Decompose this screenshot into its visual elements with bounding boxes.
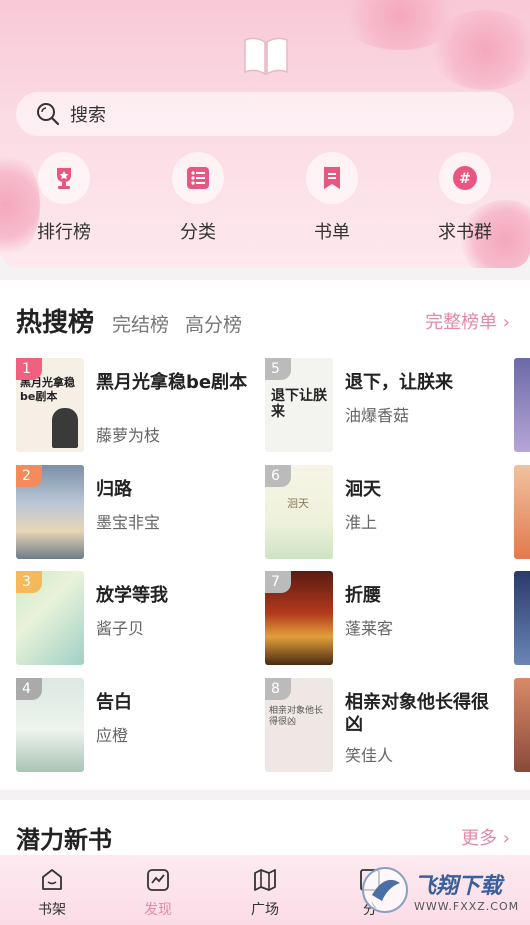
quick-link-request-group[interactable]: # 求书群 bbox=[415, 152, 515, 244]
nav-bookshelf[interactable]: 书架 bbox=[22, 867, 82, 919]
blossom-decor bbox=[430, 10, 530, 90]
trophy-icon bbox=[57, 168, 71, 189]
cover-title-text: 退下让朕来 bbox=[271, 388, 327, 420]
new-books-more-link[interactable]: 更多 › bbox=[461, 824, 510, 850]
book-author: 笑佳人 bbox=[345, 746, 394, 765]
search-bar[interactable]: 搜索 bbox=[16, 92, 514, 136]
discover-icon bbox=[147, 869, 169, 891]
book-title: 折腰 bbox=[345, 585, 381, 606]
book-title: 洄天 bbox=[345, 479, 381, 500]
full-list-link[interactable]: 完整榜单 › bbox=[425, 308, 510, 334]
tab-hot-search[interactable]: 热搜榜 bbox=[16, 302, 94, 339]
book-cover-partial[interactable] bbox=[514, 358, 530, 452]
cover-title-text: 黑月光拿稳be剧本 bbox=[20, 376, 75, 403]
book-cover-partial[interactable] bbox=[514, 465, 530, 559]
book-logo-icon bbox=[244, 37, 288, 76]
rank-badge: 8 bbox=[265, 678, 291, 700]
book-item[interactable]: 4 告白 应橙 bbox=[16, 678, 266, 774]
book-title: 黑月光拿稳be剧本 bbox=[96, 372, 248, 393]
tab-completed[interactable]: 完结榜 bbox=[112, 310, 169, 337]
new-books-section: 潜力新书 更多 › bbox=[0, 800, 530, 860]
book-author: 酱子贝 bbox=[96, 619, 145, 638]
hashtag-icon: # bbox=[453, 166, 477, 190]
header-banner: 搜索 排行榜 分类 书单 # 求书群 bbox=[0, 0, 530, 268]
book-item[interactable]: 洄天 6 洄天 淮上 bbox=[265, 465, 515, 561]
book-title: 归路 bbox=[96, 479, 132, 500]
book-author: 蓬莱客 bbox=[345, 619, 394, 638]
quick-link-ranking[interactable]: 排行榜 bbox=[14, 152, 114, 244]
rank-badge: 2 bbox=[16, 465, 42, 487]
tab-high-score[interactable]: 高分榜 bbox=[185, 310, 242, 337]
watermark: 飞翔下载 WWW.FXXZ.COM bbox=[360, 862, 528, 918]
search-placeholder: 搜索 bbox=[70, 105, 106, 126]
book-author: 藤萝为枝 bbox=[96, 426, 161, 445]
rank-badge: 7 bbox=[265, 571, 291, 593]
quick-link-booklist[interactable]: 书单 bbox=[282, 152, 382, 244]
book-title: 相亲对象他长得很凶 bbox=[345, 692, 489, 735]
list-icon bbox=[187, 167, 209, 189]
watermark-text: 飞翔下载 bbox=[414, 873, 503, 899]
shelf-icon bbox=[42, 869, 62, 890]
search-icon bbox=[37, 103, 60, 126]
book-author: 墨宝非宝 bbox=[96, 513, 161, 532]
rank-badge: 1 bbox=[16, 358, 42, 380]
rank-badge: 3 bbox=[16, 571, 42, 593]
book-item[interactable]: 退下让朕来 5 退下，让朕来 油爆香菇 bbox=[265, 358, 515, 454]
book-item[interactable]: 黑月光拿稳be剧本 1 黑月光拿稳be剧本 藤萝为枝 bbox=[16, 358, 266, 454]
hot-tabs: 热搜榜 完结榜 高分榜 bbox=[16, 302, 258, 339]
rank-badge: 5 bbox=[265, 358, 291, 380]
cover-figure bbox=[52, 408, 78, 448]
book-author: 淮上 bbox=[345, 513, 378, 532]
nav-square[interactable]: 广场 bbox=[235, 867, 295, 919]
quick-links: 排行榜 分类 书单 # 求书群 bbox=[0, 152, 530, 252]
watermark-url: WWW.FXXZ.COM bbox=[414, 899, 520, 913]
book-cover-partial[interactable] bbox=[514, 571, 530, 665]
book-title: 告白 bbox=[96, 692, 132, 713]
cover-title-text: 洄天 bbox=[287, 497, 309, 510]
cover-title-text: 相亲对象他长得很凶 bbox=[269, 706, 324, 727]
hot-search-section: 热搜榜 完结榜 高分榜 完整榜单 › 黑月光拿稳be剧本 1 黑月光拿稳be剧本… bbox=[0, 280, 530, 790]
rank-badge: 4 bbox=[16, 678, 42, 700]
book-item[interactable]: 相亲对象他长得很凶 8 相亲对象他长得很凶 笑佳人 bbox=[265, 678, 515, 774]
book-item[interactable]: 2 归路 墨宝非宝 bbox=[16, 465, 266, 561]
book-cover-partial[interactable] bbox=[514, 678, 530, 772]
book-title: 退下，让朕来 bbox=[345, 372, 453, 393]
nav-discover[interactable]: 发现 bbox=[128, 867, 188, 919]
book-item[interactable]: 3 放学等我 酱子贝 bbox=[16, 571, 266, 667]
bookmark-icon bbox=[324, 167, 340, 189]
watermark-logo-icon bbox=[362, 867, 408, 913]
book-author: 油爆香菇 bbox=[345, 406, 410, 425]
map-icon bbox=[254, 869, 276, 891]
quick-link-category[interactable]: 分类 bbox=[148, 152, 248, 244]
book-title: 放学等我 bbox=[96, 585, 168, 606]
rank-badge: 6 bbox=[265, 465, 291, 487]
svg-text:#: # bbox=[459, 171, 471, 187]
book-item[interactable]: 7 折腰 蓬莱客 bbox=[265, 571, 515, 667]
new-books-title: 潜力新书 bbox=[16, 826, 112, 854]
book-author: 应橙 bbox=[96, 726, 129, 745]
